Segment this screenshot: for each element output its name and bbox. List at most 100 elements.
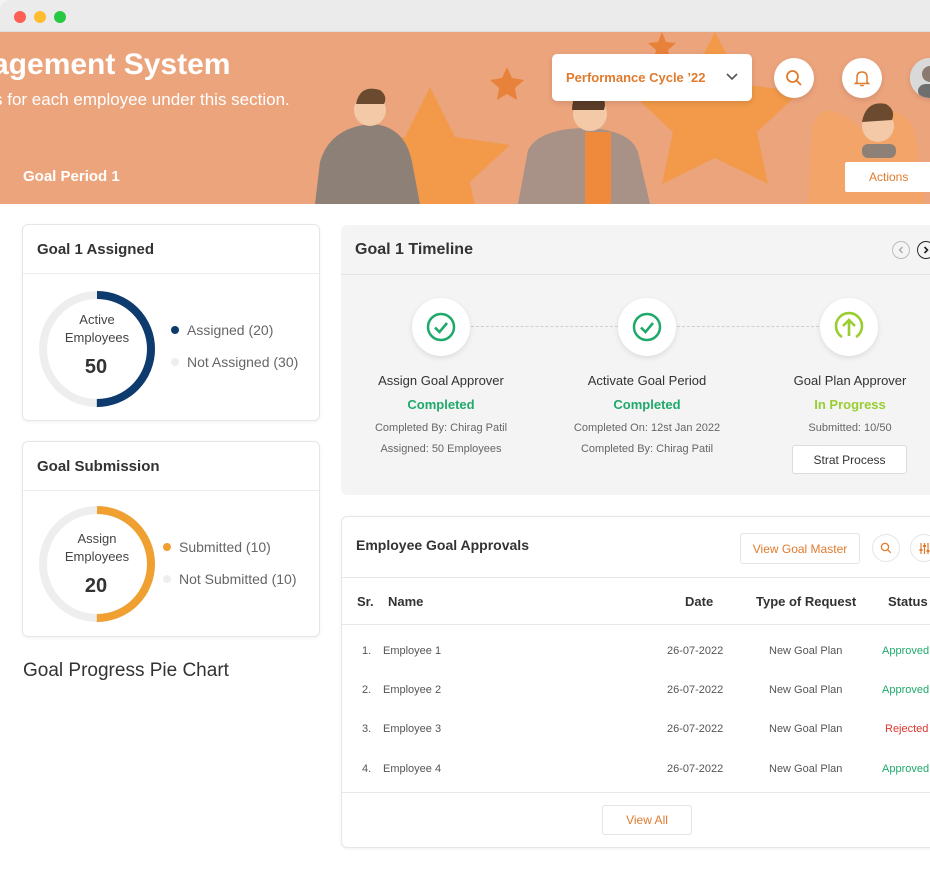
step-status: In Progress: [814, 397, 886, 412]
search-icon: [880, 542, 892, 554]
approvals-search-button[interactable]: [872, 534, 900, 562]
search-button[interactable]: [774, 58, 814, 98]
timeline-title: Goal 1 Timeline: [341, 225, 930, 275]
person-hair-illustration: [862, 103, 894, 122]
cell-status: Approved: [882, 684, 930, 696]
donut-label-line-1: Assign: [77, 531, 117, 546]
legend-not-assigned-label: Not Assigned (30): [187, 354, 299, 370]
cell-name: Employee 4: [383, 763, 442, 775]
step-status: Completed: [613, 397, 681, 412]
donut-label-line-2: Employees: [64, 549, 130, 564]
person-hair-illustration: [356, 88, 386, 104]
legend-dot: [171, 358, 179, 366]
cell-name: Employee 2: [383, 684, 442, 696]
arrow-up-circle-icon: [834, 311, 864, 339]
goal-submission-card: Goal Submission Assign Employees 20 Subm…: [22, 441, 320, 637]
legend-not-submitted: Not Submitted (10): [163, 571, 297, 587]
view-goal-master-button[interactable]: View Goal Master: [740, 533, 860, 564]
step-meta: Assigned: 50 Employees: [380, 443, 502, 455]
table-header-row: Sr. Name Date Type of Request Status: [342, 577, 930, 625]
employee-goal-approvals-panel: Employee Goal Approvals View Goal Master…: [341, 516, 930, 848]
cell-date: 26-07-2022: [667, 763, 724, 775]
legend-submitted-label: Submitted (10): [179, 539, 271, 555]
cell-date: 26-07-2022: [667, 723, 724, 735]
cell-type: New Goal Plan: [769, 723, 843, 735]
goal-assigned-title: Goal 1 Assigned: [23, 225, 319, 274]
timeline-step-1: Assign Goal Approver Completed Completed…: [341, 373, 541, 455]
person-collar-illustration: [862, 144, 896, 158]
check-circle-icon: [426, 312, 456, 342]
timeline-connector: [677, 326, 819, 327]
goal-assigned-card: Goal 1 Assigned Active Employees 50 Assi…: [22, 224, 320, 421]
donut-label-line-2: Employees: [64, 330, 130, 345]
step-meta: Completed On: 12st Jan 2022: [573, 422, 721, 434]
cell-type: New Goal Plan: [769, 645, 843, 657]
assigned-donut-chart: [39, 291, 155, 407]
header-banner: agement System s for each employee under…: [0, 32, 930, 204]
timeline-next-button[interactable]: [917, 241, 930, 259]
timeline-step-3: Goal Plan Approver In Progress Submitted…: [750, 373, 930, 434]
check-circle-icon: [632, 312, 662, 342]
performance-cycle-select[interactable]: Performance Cycle ’22: [552, 54, 752, 101]
performance-cycle-value: Performance Cycle ’22: [566, 70, 706, 85]
legend-not-submitted-label: Not Submitted (10): [179, 571, 297, 587]
bell-icon: [853, 71, 871, 87]
small-star-illustration: [490, 67, 524, 100]
cell-sr: 1.: [362, 645, 372, 657]
legend-not-assigned: Not Assigned (30): [171, 354, 298, 370]
donut-center-label: Assign Employees: [42, 530, 152, 566]
cell-name: Employee 1: [383, 645, 442, 657]
window-titlebar: [0, 0, 930, 32]
step-meta: Completed By: Chirag Patil: [580, 443, 714, 455]
goal-period-label: Goal Period 1: [23, 168, 120, 185]
header-name: Name: [388, 594, 424, 609]
cell-name: Employee 3: [383, 723, 442, 735]
minimize-window-icon[interactable]: [34, 11, 46, 23]
step-title: Assign Goal Approver: [378, 373, 504, 388]
chevron-left-icon: [898, 246, 903, 254]
legend-assigned-label: Assigned (20): [187, 322, 274, 338]
step-status: Completed: [407, 397, 475, 412]
approvals-filter-button[interactable]: [910, 534, 930, 562]
header-date: Date: [685, 594, 714, 609]
step-title: Goal Plan Approver: [793, 373, 907, 388]
page-subtitle: s for each employee under this section.: [0, 90, 290, 109]
cell-sr: 4.: [362, 763, 372, 775]
cell-date: 26-07-2022: [667, 645, 724, 657]
header-status: Status: [888, 594, 928, 609]
filter-sliders-icon: [919, 542, 929, 554]
cell-type: New Goal Plan: [769, 763, 843, 775]
step-meta: Completed By: Chirag Patil: [374, 422, 508, 434]
legend-dot: [163, 543, 171, 551]
table-row[interactable]: 4. Employee 4 26-07-2022 New Goal Plan A…: [342, 749, 930, 788]
strat-process-button[interactable]: Strat Process: [792, 445, 907, 474]
legend-assigned: Assigned (20): [171, 322, 273, 338]
table-row[interactable]: 3. Employee 3 26-07-2022 New Goal Plan R…: [342, 709, 930, 748]
actions-button[interactable]: Actions: [845, 162, 930, 192]
cell-type: New Goal Plan: [769, 684, 843, 696]
notifications-button[interactable]: [842, 58, 882, 98]
cell-status: Approved: [882, 645, 930, 657]
step-1-status-circle: [412, 298, 470, 356]
donut-label-line-1: Active: [79, 312, 115, 327]
header-sr: Sr.: [357, 594, 374, 609]
table-row[interactable]: 2. Employee 2 26-07-2022 New Goal Plan A…: [342, 670, 930, 709]
person-scarf-illustration: [585, 132, 611, 204]
legend-dot: [171, 326, 179, 334]
maximize-window-icon[interactable]: [54, 11, 66, 23]
legend-submitted: Submitted (10): [163, 539, 271, 555]
legend-dot: [163, 575, 171, 583]
chevron-down-icon: [726, 73, 738, 81]
close-window-icon[interactable]: [14, 11, 26, 23]
step-title: Activate Goal Period: [587, 373, 707, 388]
table-row[interactable]: 1. Employee 1 26-07-2022 New Goal Plan A…: [342, 631, 930, 670]
view-all-button[interactable]: View All: [602, 805, 692, 835]
cell-status: Approved: [882, 763, 930, 775]
person-illustration: [315, 124, 420, 204]
timeline-prev-button[interactable]: [892, 241, 910, 259]
app-window: agement System s for each employee under…: [0, 0, 930, 882]
goal-timeline-panel: Goal 1 Timeline Assign Goal Approver Com…: [341, 225, 930, 495]
timeline-step-2: Activate Goal Period Completed Completed…: [547, 373, 747, 455]
cell-sr: 2.: [362, 684, 372, 696]
active-employees-count: 50: [84, 356, 108, 378]
